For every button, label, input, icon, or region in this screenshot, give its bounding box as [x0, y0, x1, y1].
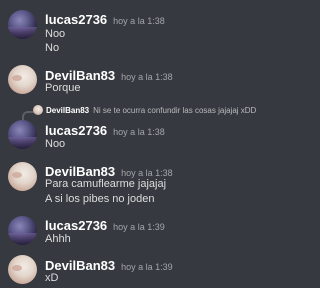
avatar[interactable] — [8, 10, 37, 39]
timestamp: hoy a la 1:39 — [113, 222, 165, 232]
message-text: Ahhh — [45, 233, 71, 245]
message-header: lucas2736 hoy a la 1:38 — [45, 11, 165, 29]
reply-username[interactable]: DevilBan83 — [46, 106, 89, 115]
timestamp: hoy a la 1:38 — [121, 168, 173, 178]
timestamp: hoy a la 1:38 — [113, 127, 165, 137]
timestamp: hoy a la 1:39 — [121, 262, 173, 272]
reply-text: Ni se te ocurra confundir las cosas jaja… — [93, 106, 257, 115]
message-text: xD — [45, 272, 59, 284]
message-text: Porque — [45, 82, 81, 94]
message-text: Noo — [45, 138, 66, 150]
timestamp: hoy a la 1:38 — [121, 72, 173, 82]
message-text: A si los pibes no joden — [45, 193, 155, 205]
timestamp: hoy a la 1:38 — [113, 16, 165, 26]
reply-preview[interactable]: DevilBan83 Ni se te ocurra confundir las … — [33, 105, 256, 115]
avatar[interactable] — [8, 120, 37, 149]
username[interactable]: lucas2736 — [45, 12, 107, 27]
message-header: DevilBan83 hoy a la 1:39 — [45, 257, 173, 275]
username[interactable]: DevilBan83 — [45, 258, 115, 273]
avatar[interactable] — [8, 65, 37, 94]
message-text: No — [45, 42, 60, 54]
username[interactable]: lucas2736 — [45, 123, 107, 138]
username[interactable]: lucas2736 — [45, 218, 107, 233]
message-text: Para camuflearme jajajaj — [45, 178, 167, 190]
avatar[interactable] — [8, 162, 37, 191]
avatar[interactable] — [8, 216, 37, 245]
username[interactable]: DevilBan83 — [45, 68, 115, 83]
reply-avatar — [33, 105, 43, 115]
username[interactable]: DevilBan83 — [45, 164, 115, 179]
avatar[interactable] — [8, 255, 37, 284]
message-text: Noo — [45, 28, 66, 40]
